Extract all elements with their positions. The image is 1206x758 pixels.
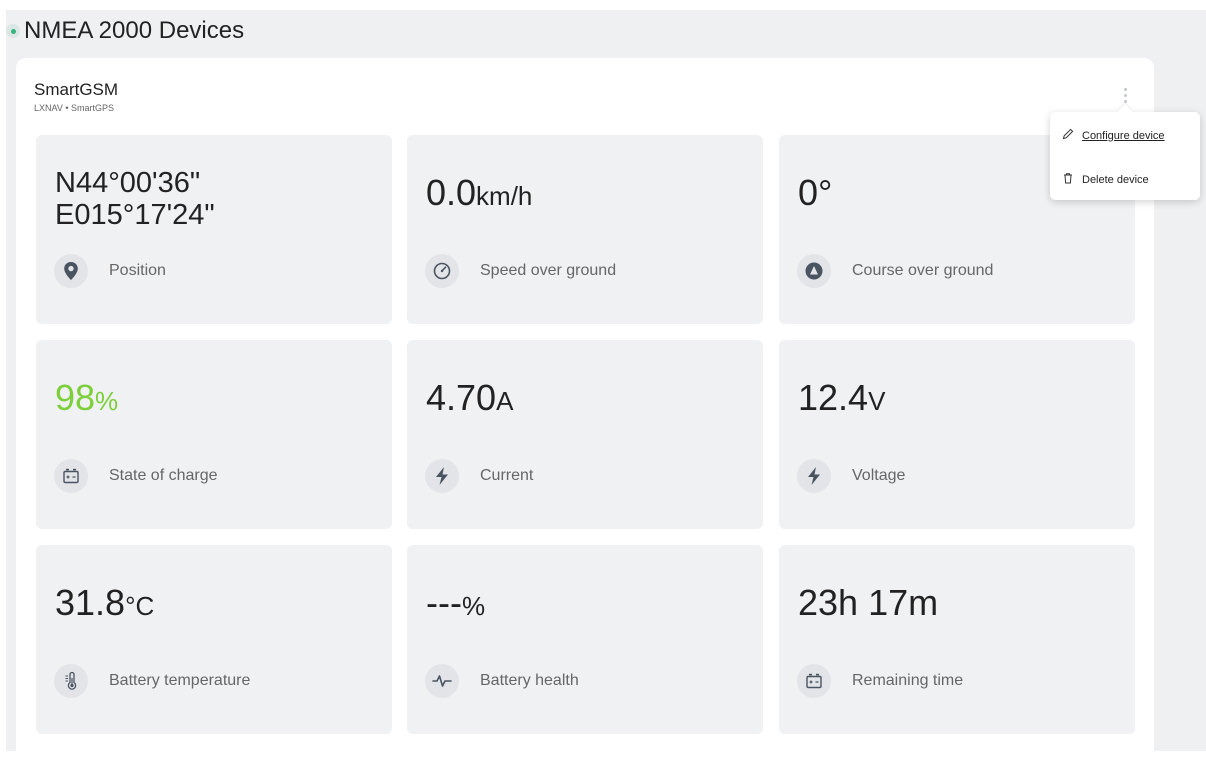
battery-icon <box>54 459 88 493</box>
tile-value: 12.4V <box>798 377 886 418</box>
battery-icon <box>797 664 831 698</box>
tile-label: Speed over ground <box>480 262 617 279</box>
tile-label: Position <box>109 262 166 279</box>
device-name: SmartGSM <box>34 80 119 99</box>
more-options-icon[interactable] <box>1116 84 1134 106</box>
tile-value: N44°00'36" E015°17'24" <box>55 167 215 232</box>
section-header: NMEA 2000 Devices <box>6 14 244 48</box>
tile-label: Battery health <box>480 672 579 689</box>
lightning-icon <box>425 459 459 493</box>
tile-remaining-time: 23h 17m Remaining time <box>779 545 1135 734</box>
tile-value: 98% <box>55 377 119 418</box>
tile-battery-temperature: 31.8°C Battery temperature <box>36 545 392 734</box>
delete-device-label: Delete device <box>1082 173 1149 186</box>
tile-value: 0.0km/h <box>426 172 533 213</box>
map-pin-icon <box>54 254 88 288</box>
tile-label: Current <box>480 467 534 484</box>
tile-label: Remaining time <box>852 672 964 689</box>
configure-device-label: Configure device <box>1082 129 1165 142</box>
tile-current: 4.70A Current <box>407 340 763 529</box>
speedometer-icon <box>425 254 459 288</box>
tile-label: Voltage <box>852 467 906 484</box>
compass-arrow-icon <box>797 254 831 288</box>
device-subtitle: LXNAV • SmartGPS <box>34 103 115 113</box>
latitude-value: N44°00'36" <box>55 167 201 199</box>
trash-icon <box>1062 172 1074 187</box>
tile-battery-health: ---% Battery health <box>407 545 763 734</box>
tile-state-of-charge: 98% State of charge <box>36 340 392 529</box>
tile-label: Battery temperature <box>109 672 251 689</box>
tile-label: State of charge <box>109 467 218 484</box>
thermometer-icon <box>54 664 88 698</box>
tile-value: 31.8°C <box>55 582 155 623</box>
delete-device-menu-item[interactable]: Delete device <box>1062 172 1149 187</box>
tile-speed: 0.0km/h Speed over ground <box>407 135 763 324</box>
tile-value: 0° <box>798 172 833 213</box>
section-title: NMEA 2000 Devices <box>24 17 245 44</box>
tile-value: ---% <box>426 582 486 623</box>
status-indicator <box>6 24 20 38</box>
longitude-value: E015°17'24" <box>55 198 215 231</box>
tile-value: 23h 17m <box>798 582 939 623</box>
tile-position: N44°00'36" E015°17'24" Position <box>36 135 392 324</box>
tile-label: Course over ground <box>852 262 994 279</box>
lightning-icon <box>797 459 831 493</box>
configure-device-menu-item[interactable]: Configure device <box>1062 128 1165 143</box>
tile-value: 4.70A <box>426 377 514 418</box>
pencil-icon <box>1062 128 1074 143</box>
device-options-menu: Configure device Delete device <box>1050 112 1200 200</box>
tile-voltage: 12.4V Voltage <box>779 340 1135 529</box>
device-card: SmartGSM LXNAV • SmartGPS N44°00'36" E01… <box>16 58 1154 758</box>
pulse-icon <box>425 664 459 698</box>
